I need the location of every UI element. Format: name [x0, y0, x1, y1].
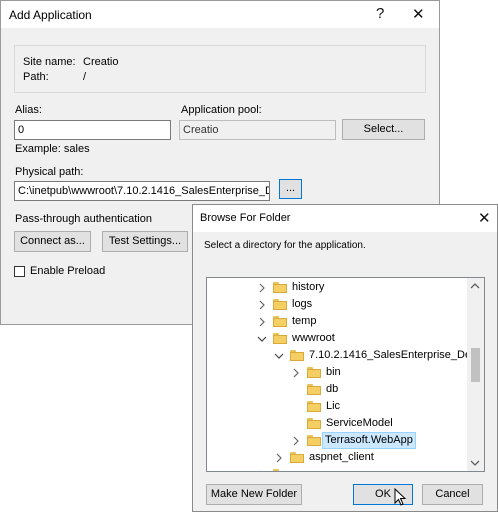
- chevron-right-icon[interactable]: [291, 435, 301, 446]
- site-name-label: Site name:: [23, 56, 76, 68]
- tree-item-history[interactable]: history: [207, 279, 467, 296]
- site-name-value: Creatio: [83, 56, 119, 68]
- alias-input[interactable]: 0: [14, 120, 171, 140]
- folder-icon: [273, 299, 287, 310]
- folder-tree[interactable]: history logs temp wwwroot 7.10.2.1416_Sa…: [206, 277, 485, 472]
- enable-preload-label: Enable Preload: [30, 265, 106, 277]
- passthrough-label: Pass-through authentication: [15, 213, 152, 225]
- physical-path-label: Physical path:: [15, 166, 84, 178]
- tree-item-partial[interactable]: [207, 466, 467, 471]
- alias-example: Example: sales: [15, 143, 90, 155]
- tree-item-label: ServiceModel: [326, 417, 393, 429]
- folder-icon: [273, 282, 287, 293]
- chevron-down-icon[interactable]: [274, 350, 284, 360]
- scroll-up-icon[interactable]: [470, 281, 480, 291]
- folder-icon: [290, 452, 304, 463]
- folder-icon: [273, 316, 287, 327]
- browse-instruction: Select a directory for the application.: [204, 240, 366, 251]
- app-pool-label: Application pool:: [181, 104, 262, 116]
- tree-item-label: history: [292, 281, 325, 293]
- chevron-right-icon[interactable]: [257, 299, 267, 310]
- mouse-pointer-icon: [394, 487, 408, 508]
- tree-item-lic[interactable]: Lic: [207, 398, 467, 415]
- tree-item-servicemodel[interactable]: ServiceModel: [207, 415, 467, 432]
- tree-item-sales-enterprise-demo[interactable]: 7.10.2.1416_SalesEnterprise_Demo: [207, 347, 484, 364]
- tree-item-label: logs: [292, 298, 313, 310]
- folder-icon: [307, 384, 321, 395]
- alias-label: Alias:: [15, 104, 42, 116]
- close-button[interactable]: ✕: [412, 5, 425, 23]
- select-button[interactable]: Select...: [342, 119, 425, 140]
- chevron-right-icon[interactable]: [257, 316, 267, 327]
- tree-item-label: wwwroot: [292, 332, 335, 344]
- tree-item-temp[interactable]: temp: [207, 313, 467, 330]
- help-button[interactable]: ?: [376, 5, 384, 22]
- scroll-down-icon[interactable]: [470, 458, 480, 468]
- path-value: /: [83, 71, 87, 83]
- make-new-folder-button[interactable]: Make New Folder: [206, 484, 302, 505]
- browse-title-bar: Browse For Folder ✕: [193, 205, 497, 232]
- browse-for-folder-dialog: Browse For Folder ✕ Select a directory f…: [192, 204, 498, 512]
- browse-button[interactable]: ...: [279, 179, 302, 199]
- tree-item-aspnet-client[interactable]: aspnet_client: [207, 449, 467, 466]
- tree-item-bin[interactable]: bin: [207, 364, 467, 381]
- folder-icon: [307, 401, 321, 412]
- chevron-right-icon[interactable]: [274, 452, 284, 463]
- tree-item-logs[interactable]: logs: [207, 296, 467, 313]
- tree-item-label: temp: [292, 315, 317, 327]
- tree-item-label: aspnet_client: [309, 451, 374, 463]
- physical-path-input[interactable]: C:\inetpub\wwwroot\7.10.2.1416_SalesEnte…: [14, 181, 270, 201]
- tree-scrollbar[interactable]: [467, 278, 484, 471]
- folder-icon: [290, 350, 304, 361]
- folder-icon: [307, 418, 321, 429]
- tree-item-db[interactable]: db: [207, 381, 467, 398]
- chevron-down-icon[interactable]: [257, 333, 267, 343]
- browse-close-button[interactable]: ✕: [478, 209, 491, 227]
- enable-preload-checkbox[interactable]: [14, 266, 25, 277]
- tree-item-label: db: [326, 383, 339, 395]
- folder-icon: [307, 435, 321, 446]
- tree-item-label: bin: [326, 366, 341, 378]
- folder-icon: [307, 367, 321, 378]
- tree-item-terrasoft-webapp[interactable]: Terrasoft.WebApp: [207, 432, 467, 449]
- folder-icon: [273, 469, 287, 471]
- tree-item-label: 7.10.2.1416_SalesEnterprise_Demo: [309, 349, 485, 361]
- tree-item-wwwroot[interactable]: wwwroot: [207, 330, 467, 347]
- app-pool-field: Creatio: [179, 120, 336, 140]
- chevron-right-icon[interactable]: [257, 282, 267, 293]
- tree-item-label: Terrasoft.WebApp: [322, 432, 416, 449]
- dialog-title: Add Application: [9, 8, 92, 22]
- browse-dialog-title: Browse For Folder: [200, 212, 291, 224]
- tree-item-label: Lic: [326, 400, 341, 412]
- folder-icon: [273, 333, 287, 344]
- chevron-right-icon[interactable]: [257, 469, 267, 471]
- scroll-thumb[interactable]: [471, 348, 480, 382]
- title-bar: Add Application ? ✕: [1, 1, 439, 28]
- test-settings-button[interactable]: Test Settings...: [102, 231, 188, 252]
- cancel-button[interactable]: Cancel: [422, 484, 483, 505]
- connect-as-button[interactable]: Connect as...: [14, 231, 91, 252]
- path-label: Path:: [23, 71, 49, 83]
- chevron-right-icon[interactable]: [291, 367, 301, 378]
- site-info-group: Site name: Creatio Path: /: [14, 45, 426, 93]
